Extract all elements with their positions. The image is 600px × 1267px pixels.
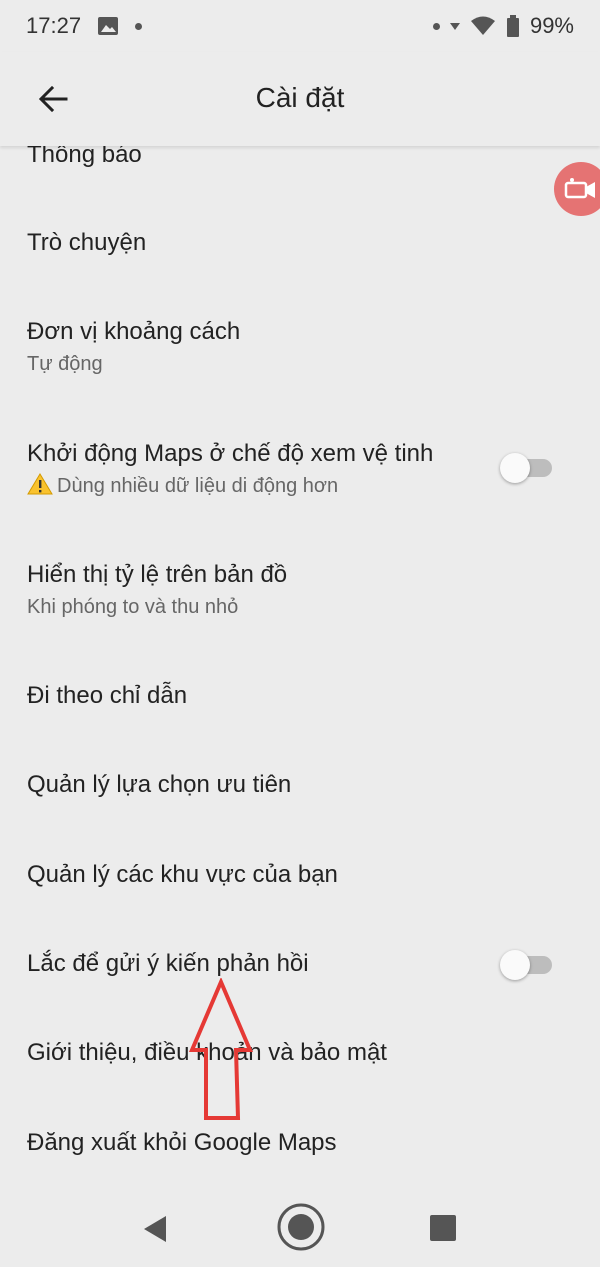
settings-item-distance-units[interactable]: Đơn vị khoảng cách Tự động xyxy=(0,317,600,377)
settings-item-title: Lắc để gửi ý kiến phản hồi xyxy=(27,950,309,977)
video-camera-icon xyxy=(564,178,595,199)
warning-icon xyxy=(27,473,53,495)
satellite-view-toggle[interactable] xyxy=(500,453,554,483)
settings-item-title: Đăng xuất khỏi Google Maps xyxy=(27,1129,337,1156)
battery-icon xyxy=(506,15,519,37)
settings-item-title: Trò chuyện xyxy=(27,229,147,256)
settings-item-subtitle: Dùng nhiều dữ liệu di động hơn xyxy=(57,475,339,497)
status-bar: 17:27 99% xyxy=(0,0,600,52)
settings-item-title: Thông báo xyxy=(27,146,142,168)
app-bar: Cài đặt xyxy=(0,52,600,146)
settings-item-title: Quản lý các khu vực của bạn xyxy=(27,861,338,888)
annotation-up-arrow-icon xyxy=(188,978,254,1120)
image-icon xyxy=(98,17,119,35)
shake-feedback-toggle[interactable] xyxy=(500,950,554,980)
settings-item-preferences[interactable]: Quản lý lựa chọn ưu tiên xyxy=(0,770,600,800)
settings-item-title: Đơn vị khoảng cách xyxy=(27,318,241,345)
settings-item-subtitle: Khi phóng to và thu nhỏ xyxy=(27,596,239,618)
settings-item-sign-out[interactable]: Đăng xuất khỏi Google Maps xyxy=(0,1128,600,1158)
settings-item-about-terms-privacy[interactable]: Giới thiệu, điều khoản và bảo mật xyxy=(0,1038,600,1068)
settings-item-notifications[interactable]: Thông báo xyxy=(0,146,600,170)
settings-item-title: Đi theo chỉ dẫn xyxy=(27,682,188,709)
settings-item-title: Khởi động Maps ở chế độ xem vệ tinh xyxy=(27,440,434,467)
notification-dot-icon xyxy=(135,22,143,30)
nav-back-icon[interactable] xyxy=(142,1215,168,1243)
settings-item-map-scale[interactable]: Hiển thị tỷ lệ trên bản đồ Khi phóng to … xyxy=(0,560,600,620)
nav-recents-icon[interactable] xyxy=(430,1215,456,1241)
notification-dot-icon xyxy=(432,22,440,30)
settings-item-navigation[interactable]: Đi theo chỉ dẫn xyxy=(0,681,600,711)
battery-percent: 99% xyxy=(529,13,574,38)
status-time: 17:27 xyxy=(26,13,82,38)
settings-item-title: Quản lý lựa chọn ưu tiên xyxy=(27,771,292,798)
nav-home-icon[interactable] xyxy=(276,1202,326,1252)
settings-item-title: Hiển thị tỷ lệ trên bản đồ xyxy=(27,561,288,588)
system-nav-bar xyxy=(0,1186,600,1267)
wifi-icon xyxy=(470,16,495,35)
screen-record-button[interactable] xyxy=(554,162,600,216)
settings-item-chat[interactable]: Trò chuyện xyxy=(0,228,600,258)
signal-icon xyxy=(449,23,460,30)
settings-list: Thông báo Trò chuyện Đơn vị khoảng cách … xyxy=(0,146,600,1186)
toggle-thumb xyxy=(500,453,530,483)
toggle-thumb xyxy=(500,950,530,980)
settings-item-your-places[interactable]: Quản lý các khu vực của bạn xyxy=(0,860,600,890)
settings-item-subtitle: Tự động xyxy=(27,353,103,375)
page-title: Cài đặt xyxy=(255,82,345,113)
settings-item-subtitle-row: Dùng nhiều dữ liệu di động hơn xyxy=(27,473,480,499)
